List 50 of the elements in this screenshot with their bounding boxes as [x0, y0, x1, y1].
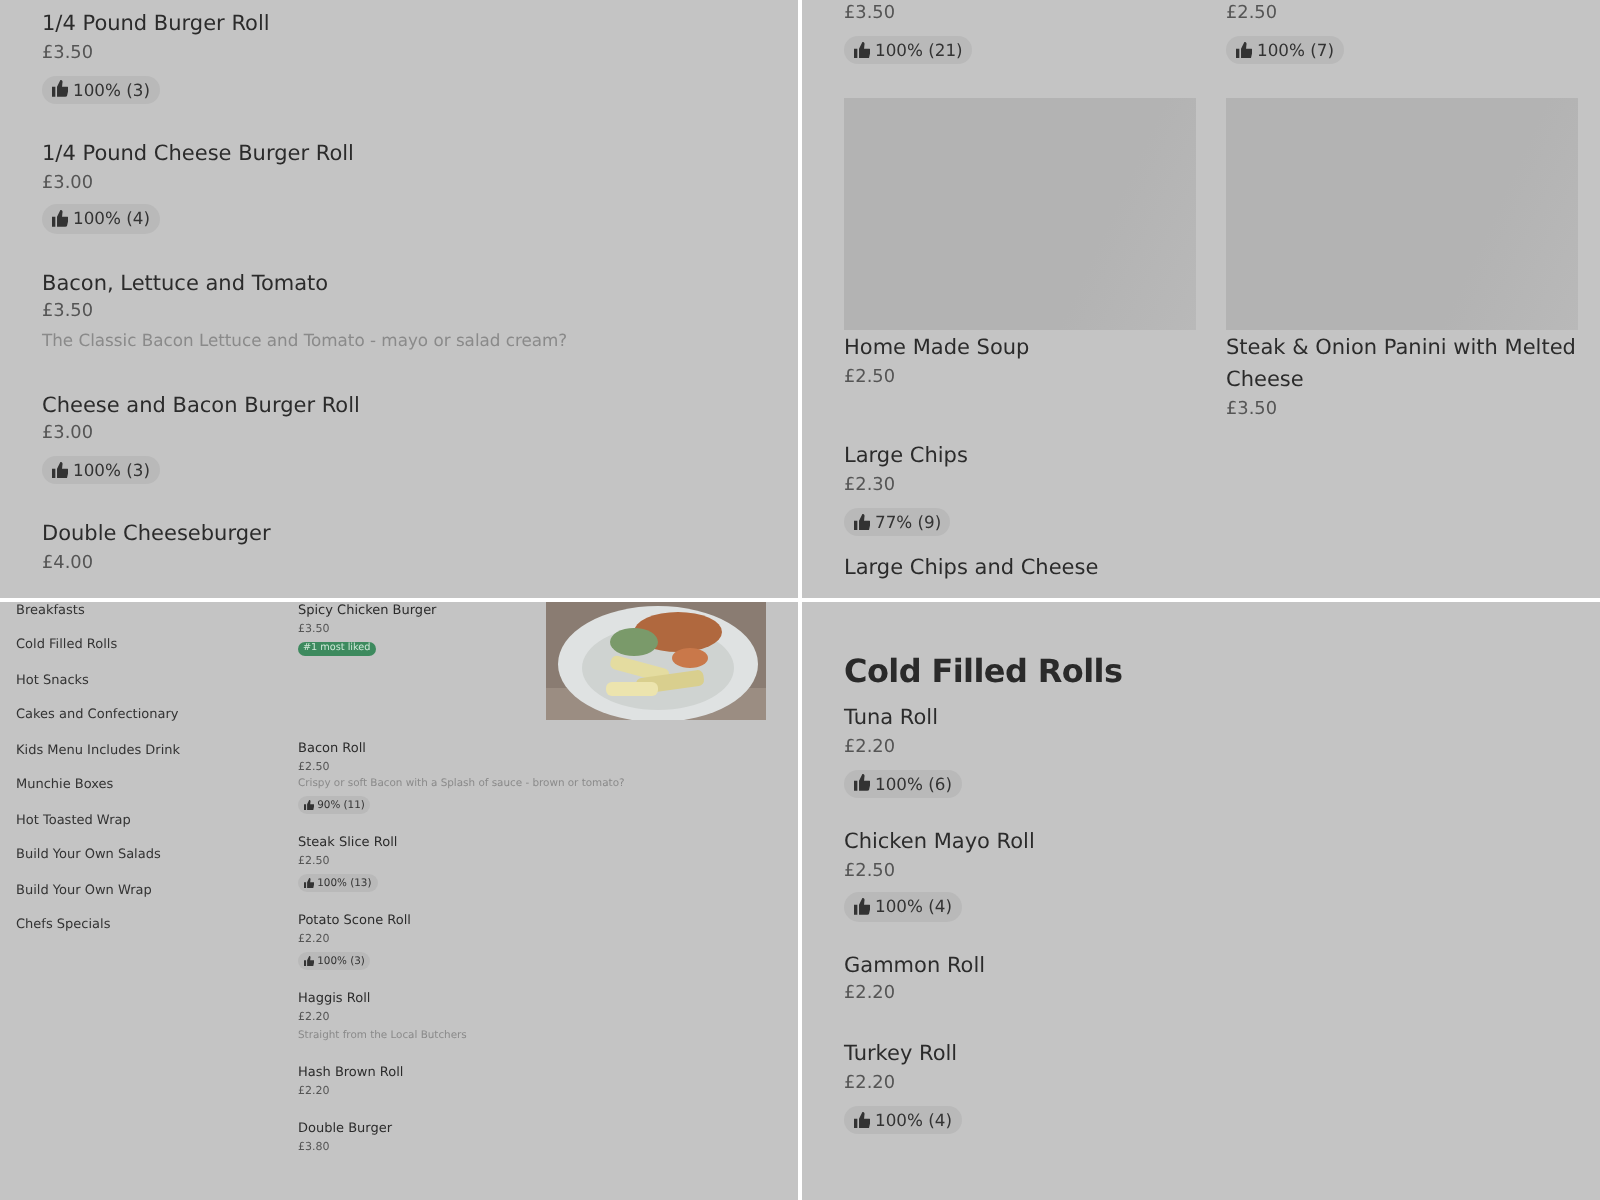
rating-badge: 77% (9): [844, 507, 951, 537]
thumbs-up-icon: [1235, 41, 1252, 59]
item-price: £3.50: [1226, 397, 1279, 424]
thumbs-up-icon: [303, 956, 315, 967]
rating-badge: 100% (4): [844, 1105, 962, 1134]
thumbs-up-icon: [303, 800, 315, 811]
rating-badge: 100% (3): [42, 456, 160, 485]
item-name: Large Chips: [844, 442, 968, 473]
rating-badge: 100% (6): [844, 769, 962, 798]
item-name: Tuna Roll: [844, 704, 940, 734]
item-name: Cheese and Bacon Burger Roll: [42, 391, 360, 422]
item-name: 1/4 Pound Cheese Burger Roll: [42, 139, 354, 170]
rating-badge: 100% (4): [844, 892, 962, 921]
item-name: 1/4 Pound Burger Roll: [42, 10, 270, 40]
item-price: £4.00: [42, 552, 95, 579]
thumbs-up-icon: [853, 1111, 870, 1128]
item-name: Double Cheeseburger: [42, 520, 271, 551]
thumbs-up-icon: [853, 898, 870, 916]
item-price: £2.30: [844, 474, 897, 501]
thumbs-up-icon: [51, 210, 68, 228]
thumbs-up-icon: [853, 774, 870, 792]
item-price: £2.50: [844, 365, 897, 392]
rating-badge: 100% (3): [42, 75, 160, 104]
section-heading: Cold Filled Rolls: [844, 652, 1125, 690]
item-name: Steak & Onion Panini with Melted Cheese: [1226, 334, 1578, 396]
item-price: £2.20: [844, 1071, 897, 1098]
item-name: Large Chips and Cheese: [844, 554, 1099, 585]
thumbs-up-icon: [853, 513, 870, 531]
item-price: £2.20: [844, 735, 897, 762]
item-price: £3.00: [42, 422, 95, 449]
item-name: Home Made Soup: [844, 334, 1030, 365]
item-name: Bacon, Lettuce and Tomato: [42, 269, 331, 300]
item-price: £2.50: [844, 859, 897, 886]
thumbs-up-icon: [51, 80, 68, 98]
thumbs-up-icon: [303, 878, 315, 889]
item-name: Chicken Mayo Roll: [844, 827, 1035, 858]
item-description: The Classic Bacon Lettuce and Tomato - mayo or salad cream?: [42, 328, 568, 355]
item-price: £3.00: [42, 171, 95, 198]
item-price: £3.50: [844, 2, 897, 28]
thumbs-up-icon: [853, 41, 870, 59]
item-name: Turkey Roll: [844, 1040, 960, 1071]
rating-badge: 100% (21): [844, 35, 972, 64]
item-price: £3.50: [42, 41, 95, 68]
item-price: £2.20: [844, 982, 897, 1009]
item-name: Gammon Roll: [844, 951, 986, 982]
item-price: £2.50: [1226, 2, 1279, 28]
rating-badge: 100% (7): [1226, 35, 1344, 64]
item-price: £3.50: [42, 300, 95, 327]
thumbs-up-icon: [51, 462, 68, 479]
rating-badge: 100% (4): [42, 204, 160, 233]
